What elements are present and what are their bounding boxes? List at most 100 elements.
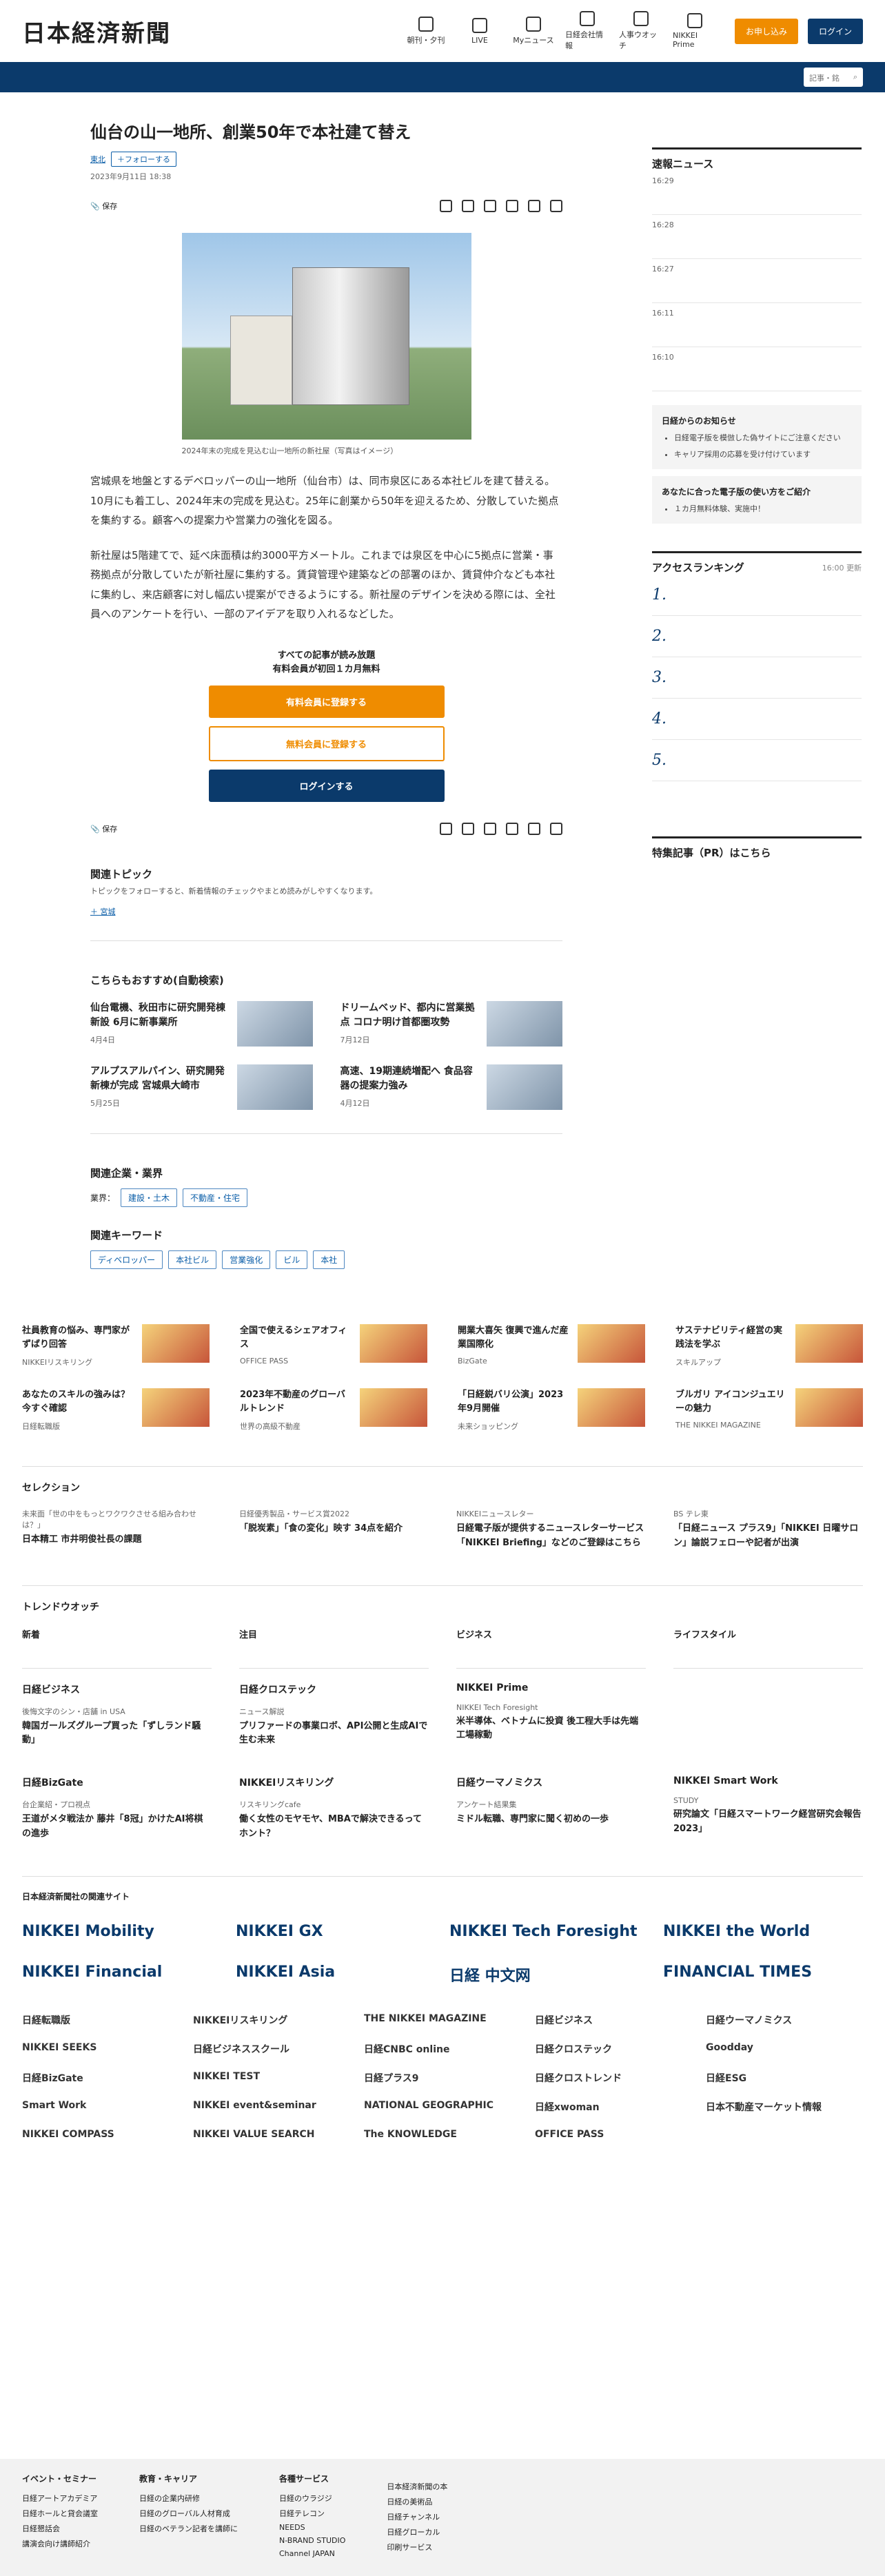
ranking-item[interactable]: 2. [652,616,862,657]
news-item[interactable]: 16:10 [652,347,862,391]
related-site-link[interactable]: THE NIKKEI MAGAZINE [364,2013,521,2027]
ad-item[interactable]: 全国で使えるシェアオフィス OFFICE PASS [240,1324,427,1368]
related-site-logo[interactable]: NIKKEI Asia [236,1964,436,1986]
print-icon[interactable] [440,823,452,836]
related-site-logo[interactable]: NIKKEI the World [663,1923,863,1940]
related-site-link[interactable]: NIKKEI SEEKS [22,2042,179,2056]
print-icon[interactable] [440,200,452,212]
related-site-link[interactable]: NIKKEI COMPASS [22,2129,179,2140]
twitter-icon[interactable] [506,200,518,212]
nav-mynews[interactable]: Myニュース [511,17,556,45]
related-site-link[interactable]: 日経ビジネス [535,2013,692,2027]
copy-icon[interactable] [484,823,496,836]
ranking-item[interactable]: 3. [652,657,862,699]
selection-item[interactable]: 未来面「世の中をもっとワクワクさせる組み合わせは？」 日本精工 市井明俊社長の課題 [22,1508,212,1551]
trend-col[interactable]: ビジネス [456,1627,646,1669]
footer-link[interactable]: 印刷サービス [387,2542,447,2553]
related-site-link[interactable]: 日経BizGate [22,2071,179,2085]
related-site-link[interactable]: 日経CNBC online [364,2042,521,2056]
related-site-link[interactable]: 日本不動産マーケット情報 [706,2100,863,2114]
ad-item[interactable]: サステナビリティ経営の実践法を学ぶ スキルアップ [675,1324,863,1368]
footer-link[interactable]: 日本経済新聞の本 [387,2481,447,2492]
keyword-tag[interactable]: ビル [276,1250,308,1270]
related-site-link[interactable]: 日経転職版 [22,2013,179,2027]
selection-item[interactable]: BS テレ東 「日経ニュース プラス9」「NIKKEI 日曜サロン」論説フェローや… [673,1508,863,1551]
ranking-item[interactable]: 5. [652,740,862,781]
ad-item[interactable]: 開業大喜矢 復興で進んだ産業国際化 BizGate [458,1324,645,1368]
related-site-link[interactable]: OFFICE PASS [535,2129,692,2140]
footer-link[interactable]: 日経アートアカデミア [22,2493,98,2504]
ad-item[interactable]: 社員教育の悩み、専門家がずばり回答 NIKKEIリスキリング [22,1324,210,1368]
media-block[interactable]: 日経ビジネス 後悔文字のシン・店舗 in USA 韓国ガールズグループ買った「ずしラ… [22,1682,212,1749]
mail-icon[interactable] [462,823,474,836]
media-block[interactable]: 日経BizGate 台企業紹・プロ視点 王道がメタ戦法か 藤井「8冠」かけたAI将棋… [22,1775,212,1842]
media-block[interactable]: NIKKEIリスキリング リスキリングcafe 働く女性のモヤモヤ、MBAで解決でき… [239,1775,429,1842]
media-block[interactable]: 日経ウーマノミクス アンケート結果集 ミドル転職、専門家に聞く初めの一歩 [456,1775,646,1842]
ranking-item[interactable]: 4. [652,699,862,740]
free-register-button[interactable]: 無料会員に登録する [208,726,445,762]
nav-company[interactable]: 日経会社情報 [565,11,609,51]
related-site-logo[interactable]: NIKKEI Financial [22,1964,222,1986]
related-site-logo[interactable]: 日経 中文网 [449,1964,649,1986]
rec-item[interactable]: 高速、19期連続増配へ 食品容器の提案力強み 4月12日 [340,1064,562,1111]
news-item[interactable]: 16:28 [652,215,862,259]
related-site-link[interactable]: The KNOWLEDGE [364,2129,521,2140]
nikkei-logo[interactable]: 日本経済新聞 [22,14,171,48]
media-block[interactable]: 日経クロステック ニュース解説 プリファードの事業ロボ、API公開と生成AIで生む未… [239,1682,429,1749]
trend-col[interactable]: 注目 [239,1627,429,1669]
ranking-item[interactable]: 1. [652,575,862,616]
ad-item[interactable]: ブルガリ アイコンジュエリーの魅力 THE NIKKEI MAGAZINE [675,1388,863,1432]
facebook-icon[interactable] [528,823,540,836]
ad-item[interactable]: 「日経鋭バリ公演」2023年9月開催 未来ショッピング [458,1388,645,1432]
rec-item[interactable]: 仙台電機、秋田市に研究開発棟新設 6月に新事業所 4月4日 [90,1001,313,1047]
footer-link[interactable]: NEEDS [279,2523,345,2532]
footer-link[interactable]: 日経のベテラン記者を講師に [139,2523,238,2534]
related-site-link[interactable]: NIKKEIリスキリング [193,2013,350,2027]
rec-item[interactable]: ドリームベッド、都内に営業拠点 コロナ明け首都圏攻勢 7月12日 [340,1001,562,1047]
related-site-link[interactable]: NIKKEI VALUE SEARCH [193,2129,350,2140]
related-site-link[interactable]: Smart Work [22,2100,179,2114]
related-site-link[interactable]: 日経ビジネススクール [193,2042,350,2056]
selection-item[interactable]: NIKKEIニュースレター 日経電子版が提供するニュースレターサービス「NIKKE… [456,1508,646,1551]
topic-miyagi[interactable]: ＋ 宮城 [90,906,562,917]
nav-personnel[interactable]: 人事ウオッチ [619,11,663,51]
copy-icon[interactable] [484,200,496,212]
follow-button[interactable]: ＋フォローする [111,152,176,167]
save-button[interactable]: 📎 保存 [90,200,117,212]
related-site-link[interactable]: Goodday [706,2042,863,2056]
footer-link[interactable]: Channel JAPAN [279,2549,345,2558]
related-site-logo[interactable]: FINANCIAL TIMES [663,1964,863,1986]
footer-link[interactable]: 日経懇話会 [22,2523,98,2534]
login-button[interactable]: ログイン [807,18,863,44]
related-site-link[interactable]: 日経ウーマノミクス [706,2013,863,2027]
related-site-link[interactable]: NATIONAL GEOGRAPHIC [364,2100,521,2114]
trend-col[interactable]: 新着 [22,1627,212,1669]
keyword-tag[interactable]: 本社ビル [168,1250,217,1270]
related-site-logo[interactable]: NIKKEI GX [236,1923,436,1940]
news-item[interactable]: 16:27 [652,259,862,303]
twitter-icon[interactable] [506,823,518,836]
pr-header[interactable]: 特集記事（PR）はこちら [652,836,862,860]
ad-item[interactable]: あなたのスキルの強みは？今すぐ確認 日経転職版 [22,1388,210,1432]
breaking-news-header[interactable]: 速報ニュース [652,147,862,171]
related-site-link[interactable]: NIKKEI event&seminar [193,2100,350,2114]
nav-paper[interactable]: 朝刊・夕刊 [404,17,448,45]
save-button[interactable]: 📎 保存 [90,823,117,834]
share-icon[interactable] [550,200,562,212]
selection-item[interactable]: 日経優秀製品・サービス賞2022 「脱炭素」「食の変化」映す 34点を紹介 [239,1508,429,1551]
trend-col[interactable]: ライフスタイル [673,1627,863,1669]
related-site-link[interactable]: 日経ESG [706,2071,863,2085]
paywall-login-button[interactable]: ログインする [208,770,445,803]
related-site-link[interactable]: 日経クロストレンド [535,2071,692,2085]
footer-link[interactable]: 日経グローカル [387,2526,447,2537]
media-block[interactable]: NIKKEI Prime NIKKEI Tech Foresight 米半導体、ベト… [456,1682,646,1749]
keyword-tag[interactable]: 本社 [313,1250,345,1270]
search-icon[interactable]: ⌕ [853,72,857,82]
related-site-link[interactable]: 日経xwoman [535,2100,692,2114]
keyword-tag[interactable]: 営業強化 [222,1250,271,1270]
footer-link[interactable]: N-BRAND STUDIO [279,2536,345,2545]
industry-tag[interactable]: 不動産・住宅 [183,1188,248,1208]
nav-prime[interactable]: NIKKEI Prime [673,13,717,49]
related-site-link[interactable]: 日経プラス9 [364,2071,521,2085]
ad-item[interactable]: 2023年不動産のグローバルトレンド 世界の高級不動産 [240,1388,427,1432]
